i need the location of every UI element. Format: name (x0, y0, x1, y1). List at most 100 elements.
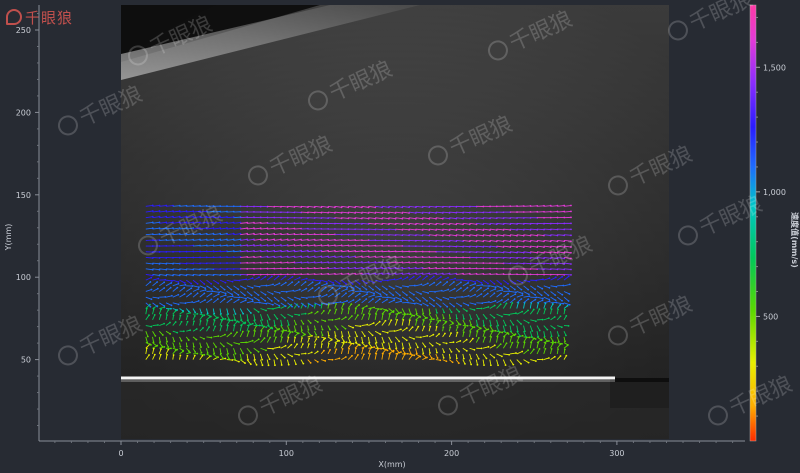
vector-head (216, 316, 218, 319)
vector-head (238, 279, 241, 282)
vector-head (440, 299, 443, 301)
vector-head (238, 360, 240, 363)
vector-head (430, 357, 433, 359)
vector-head (412, 299, 415, 302)
vector-head (402, 347, 405, 350)
vector-head (316, 310, 319, 313)
velocity-vector (402, 256, 410, 258)
vector-head (261, 364, 264, 367)
vector-head (154, 334, 157, 337)
vector-head (308, 343, 310, 345)
vector-head (195, 338, 198, 341)
vector-head (157, 324, 159, 326)
vector-head (373, 292, 375, 295)
velocity-vector (375, 228, 383, 231)
vector-head (429, 352, 431, 354)
vector-head (324, 337, 327, 340)
vector-head (409, 352, 412, 355)
vector-head (272, 307, 274, 310)
velocity-vector (503, 256, 511, 259)
vector-head (554, 341, 557, 344)
vector-head (238, 343, 241, 345)
vector-head (261, 358, 264, 361)
velocity-vector (408, 256, 416, 258)
vector-head (170, 304, 173, 307)
vector-head (494, 286, 497, 289)
vector-head (150, 288, 153, 291)
vector-head (493, 316, 496, 319)
vector-head (203, 292, 206, 295)
vector-head (164, 278, 167, 281)
x-tick-label: 100 (279, 449, 294, 458)
vector-head (553, 355, 556, 358)
velocity-vector (381, 250, 389, 253)
vector-head (324, 320, 327, 322)
velocity-vector (516, 222, 524, 225)
vector-head (267, 324, 270, 327)
vector-head (295, 363, 297, 366)
vector-head (473, 326, 476, 329)
vector-head (196, 313, 199, 315)
vector-head (477, 357, 480, 360)
vector-head (487, 328, 490, 331)
vector-head (148, 354, 150, 356)
vector-head (291, 315, 294, 318)
vector-head (358, 303, 361, 306)
vector-head (357, 353, 359, 356)
vector-head (373, 346, 376, 348)
vector-head (197, 300, 200, 302)
vector-head (314, 343, 317, 346)
vector-head (400, 328, 402, 331)
vector-head (163, 281, 166, 284)
vector-head (298, 276, 301, 279)
vector-head (318, 304, 321, 307)
vector-head (380, 347, 382, 350)
vector-head (201, 354, 204, 357)
piv-viewer[interactable]: 0 100 200 300 50 100 150 200 250 X(mm) Y(mm) 50… (0, 0, 800, 473)
vector-head (451, 361, 454, 364)
vector-head (258, 301, 261, 304)
vector-head (400, 351, 402, 354)
velocity-vector (543, 228, 551, 231)
vector-head (191, 285, 194, 287)
vector-head (430, 320, 432, 323)
velocity-vector (563, 234, 572, 236)
vector-head (276, 317, 279, 320)
vector-head (561, 275, 564, 278)
vector-head (290, 343, 293, 346)
vector-head (392, 287, 395, 290)
vector-head (559, 355, 562, 357)
vector-head (177, 282, 180, 285)
vector-head (554, 299, 557, 302)
vector-head (433, 281, 436, 284)
vector-head (271, 327, 274, 330)
vector-head (453, 305, 455, 308)
vector-head (361, 341, 364, 344)
vector-head (297, 305, 300, 308)
vector-head (406, 276, 409, 279)
vector-head (379, 333, 382, 336)
vector-head (351, 354, 353, 357)
vector-head (284, 344, 287, 347)
vector-head (255, 363, 258, 366)
vector-head (437, 320, 440, 323)
vector-head (210, 282, 213, 285)
velocity-vector (354, 245, 362, 247)
vector-head (384, 319, 387, 322)
vector-head (516, 330, 519, 333)
vector-head (230, 288, 233, 291)
vector-head (183, 293, 186, 295)
vector-head (494, 329, 497, 332)
vector-head (559, 315, 562, 318)
vector-head (237, 294, 240, 296)
vector-head (331, 319, 334, 321)
vector-head (174, 321, 177, 323)
vector-head (332, 293, 334, 295)
vector-head (251, 339, 254, 342)
vector-head (398, 351, 401, 354)
vector-head (528, 336, 531, 339)
vector-head (474, 281, 477, 283)
vector-head (406, 352, 409, 355)
vector-head (163, 287, 166, 289)
vector-head (184, 302, 187, 305)
